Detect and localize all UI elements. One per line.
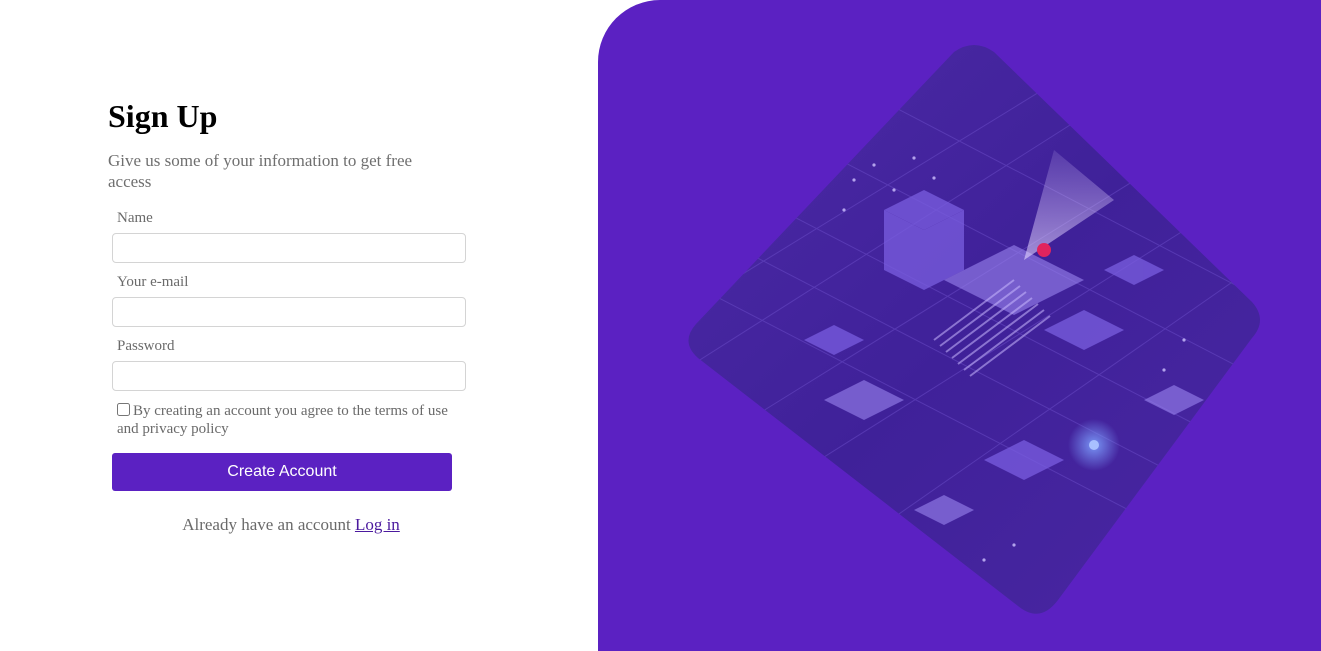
page-subtitle: Give us some of your information to get …: [108, 151, 413, 191]
login-prompt-text: Already have an account: [182, 515, 351, 534]
circuit-city-illustration: [688, 45, 1261, 614]
terms-checkbox[interactable]: [117, 403, 130, 416]
terms-row: By creating an account you agree to the …: [117, 402, 457, 438]
name-label: Name: [117, 210, 153, 226]
login-prompt-row: Already have an account Log in: [112, 515, 470, 535]
terms-text: By creating an account you agree to the …: [117, 403, 448, 437]
password-input[interactable]: [112, 361, 466, 391]
email-input[interactable]: [112, 297, 466, 327]
name-input[interactable]: [112, 233, 466, 263]
login-link[interactable]: Log in: [355, 515, 400, 534]
hero-panel: [598, 0, 1321, 651]
signup-page: Sign Up Give us some of your information…: [0, 0, 1321, 651]
create-account-button[interactable]: Create Account: [112, 453, 452, 491]
email-label: Your e-mail: [117, 274, 189, 290]
password-label: Password: [117, 338, 175, 354]
signup-header: Sign Up Give us some of your information…: [108, 96, 468, 192]
page-title: Sign Up: [108, 98, 218, 134]
